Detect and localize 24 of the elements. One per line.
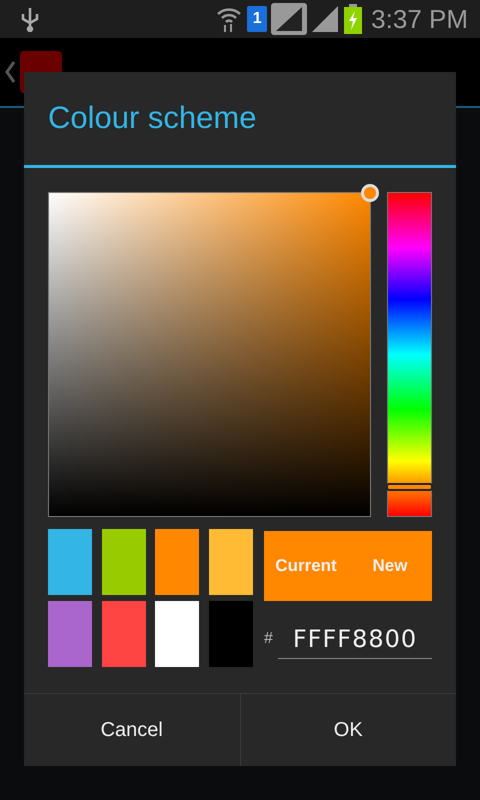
- colour-swatch[interactable]: [155, 529, 199, 595]
- hue-thumb[interactable]: [386, 482, 433, 491]
- picker-cursor[interactable]: [361, 184, 380, 202]
- hash-label: #: [264, 629, 274, 649]
- colour-swatch[interactable]: [102, 601, 146, 667]
- signal-icon: [311, 5, 340, 33]
- usb-icon: [20, 6, 40, 32]
- dialog-button[interactable]: OK: [240, 694, 456, 766]
- back-icon: [4, 60, 16, 84]
- sim-badge: 1: [247, 6, 268, 32]
- colour-preview: New: [348, 531, 432, 601]
- battery-icon: [343, 4, 364, 34]
- dialog-title: Colour scheme: [48, 99, 256, 138]
- dialog-button[interactable]: Cancel: [24, 694, 240, 766]
- signal-icon: [271, 3, 308, 35]
- colour-swatch[interactable]: [48, 529, 92, 595]
- colour-swatch[interactable]: [102, 529, 146, 595]
- clock: 3:37 PM: [371, 2, 468, 36]
- hex-input-field[interactable]: FFFF8800: [278, 619, 432, 659]
- colour-swatch[interactable]: [208, 601, 252, 667]
- colour-swatch[interactable]: [48, 601, 92, 667]
- hue-slider[interactable]: [387, 192, 432, 517]
- colour-swatch[interactable]: [155, 601, 199, 667]
- colour-swatch[interactable]: [208, 529, 252, 595]
